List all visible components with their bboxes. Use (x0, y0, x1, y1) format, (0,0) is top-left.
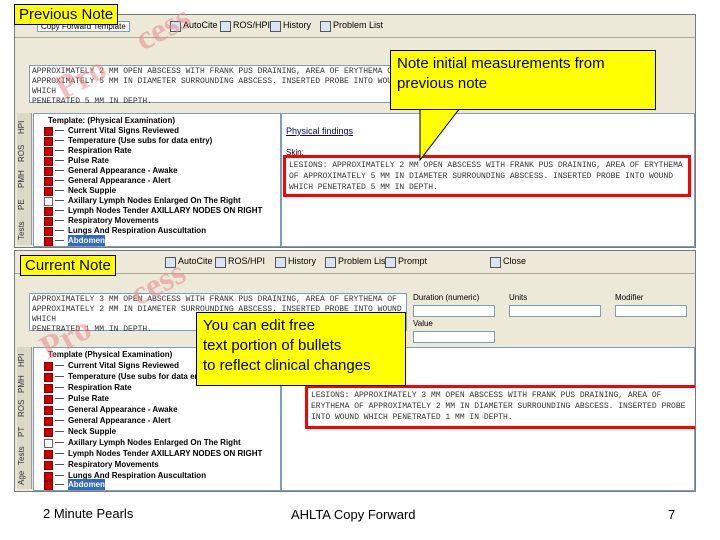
units-field[interactable] (509, 305, 601, 317)
duration-label: Duration (numeric) (413, 293, 480, 302)
current-findings-highlight: LESIONS: APPROXIMATELY 3 MM OPEN ABSCESS… (305, 385, 695, 429)
history-icon (275, 257, 286, 268)
units-label: Units (509, 293, 528, 302)
tab-hpi[interactable]: HPI (17, 349, 31, 371)
modifier-field[interactable] (615, 305, 687, 317)
duration-field[interactable] (413, 305, 495, 317)
close-icon (490, 257, 501, 268)
current-note-label: Current Note (20, 255, 116, 276)
prompt-button[interactable]: Prompt (385, 254, 427, 269)
toolbar: AutoCite ROS/HPI History Problem List Pr… (15, 251, 695, 274)
current-findings-text: LESIONS: APPROXIMATELY 3 MM OPEN ABSCESS… (311, 391, 686, 422)
tab-pmh[interactable]: PMH (17, 373, 31, 395)
modifier-label: Modifier (615, 293, 644, 302)
footer-center: AHLTA Copy Forward (291, 507, 416, 522)
bottom-callout: You can edit free text portion of bullet… (196, 312, 406, 386)
close-button[interactable]: Close (490, 254, 526, 269)
problem-list-button[interactable]: Problem List (325, 254, 388, 269)
value-field[interactable] (413, 331, 495, 343)
top-callout: Note initial measurements from previous … (390, 50, 656, 110)
note-line-1: APPROXIMATELY 3 MM OPEN ABSCESS WITH FRA… (32, 295, 397, 304)
section-tabs: HPI PMH ROS PT Tests Age (17, 347, 32, 489)
tab-ros[interactable]: ROS (17, 397, 31, 419)
history-button[interactable]: History (275, 254, 316, 269)
ros-hpi-button[interactable]: ROS/HPI (215, 254, 265, 269)
tab-pt[interactable]: PT (17, 421, 31, 443)
tab-age[interactable]: Age (17, 469, 31, 487)
list-icon (325, 257, 336, 268)
ros-icon (215, 257, 226, 268)
page-number: 7 (668, 507, 676, 522)
tab-tests[interactable]: Tests (17, 445, 31, 467)
footer-left: 2 Minute Pearls (43, 506, 134, 521)
prompt-icon (385, 257, 396, 268)
value-label: Value (413, 319, 433, 328)
